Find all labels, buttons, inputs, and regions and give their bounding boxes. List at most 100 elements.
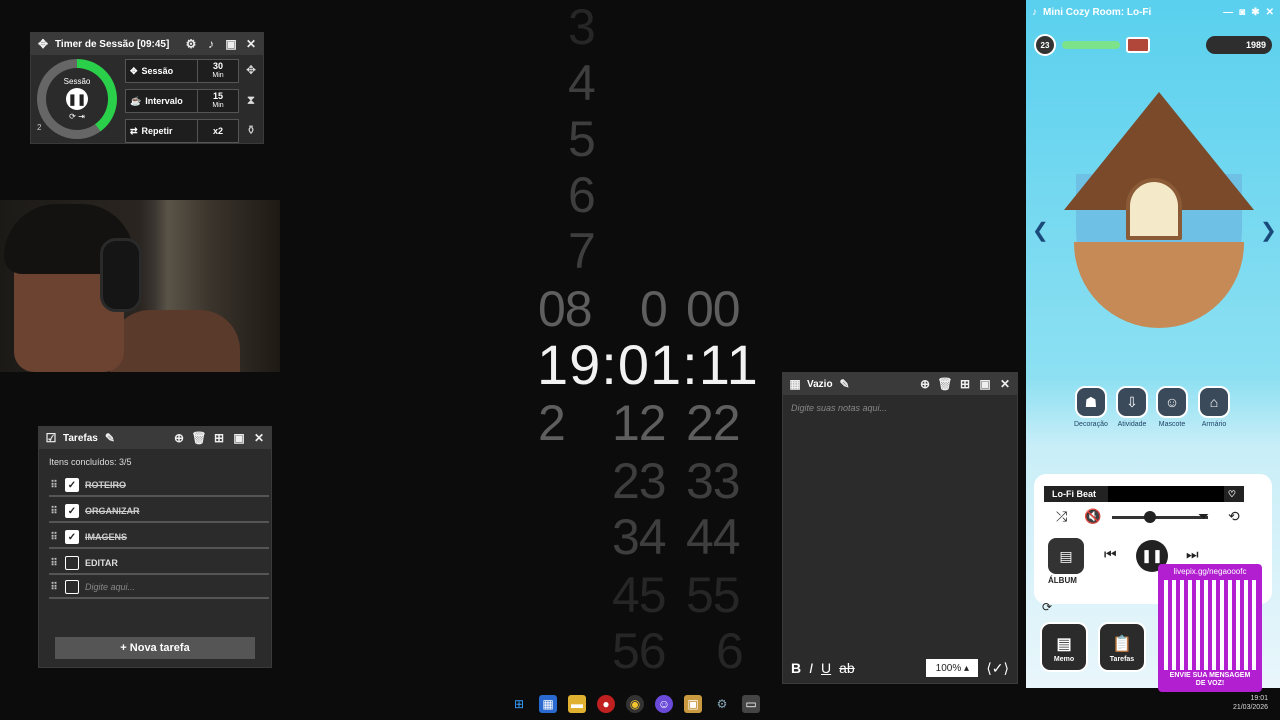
menu-wardrobe[interactable]: ⌂ Armário xyxy=(1198,386,1230,428)
repeat-icon[interactable]: ⟲ xyxy=(1228,508,1240,525)
menu-decoration[interactable]: ☗ Decoração xyxy=(1074,386,1108,428)
restart-skip-icons[interactable]: ⟳ ⇥ xyxy=(69,112,85,121)
settings-icon[interactable]: ⚙ xyxy=(183,36,199,52)
clock-digit: 0 xyxy=(640,281,668,337)
grid-icon[interactable]: ⊞ xyxy=(957,376,973,392)
repeat-row[interactable]: ⇄ Repetir x2 xyxy=(125,119,239,143)
drag-handle-icon[interactable]: ⠿ xyxy=(49,582,59,593)
shuffle-icon[interactable]: ⤮ xyxy=(1056,508,1067,525)
dropdown-icon[interactable]: ⏷ xyxy=(1198,508,1209,525)
app-window-icon[interactable]: ▭ xyxy=(742,695,760,713)
clock-digit: 45 xyxy=(612,567,667,623)
notes-titlebar[interactable]: ▦ Vazio ✎ ⊕ 🗑 ⊞ ▣ ✕ xyxy=(783,373,1017,395)
add-icon[interactable]: ⊕ xyxy=(917,376,933,392)
close-icon[interactable]: ✕ xyxy=(251,430,267,446)
trash-icon[interactable]: 🗑 xyxy=(937,376,953,392)
interval-length-row[interactable]: ☕ Intervalo 15 Min xyxy=(125,89,239,113)
previous-track-icon[interactable]: ⏮ xyxy=(1104,546,1117,563)
underline-icon[interactable]: U xyxy=(821,660,831,676)
edit-icon[interactable]: ✎ xyxy=(102,430,118,446)
level-badge: 23 xyxy=(1034,34,1056,56)
tasks-widget: ☑ Tarefas ✎ ⊕ 🗑 ⊞ ▣ ✕ Itens concluídos: … xyxy=(38,426,272,668)
maximize-icon[interactable]: ▣ xyxy=(977,376,993,392)
task-checkbox[interactable]: ✓ xyxy=(65,504,79,518)
clipboard-icon: 📋 xyxy=(1112,635,1132,653)
bold-icon[interactable]: B xyxy=(791,660,801,676)
system-clock[interactable]: 19:01 21/03/2026 xyxy=(1212,694,1268,712)
italic-icon[interactable]: I xyxy=(809,660,813,676)
drag-handle-icon[interactable]: ⠿ xyxy=(49,532,59,543)
discord-icon[interactable]: ☺ xyxy=(655,695,673,713)
tasks-button[interactable]: 📋 Tarefas xyxy=(1098,622,1146,672)
close-icon[interactable]: ✕ xyxy=(1266,7,1274,18)
strikethrough-icon[interactable]: ab xyxy=(839,660,855,676)
zoom-select[interactable]: 100% ▴ xyxy=(926,659,979,677)
menu-activity[interactable]: ⇩ Atividade xyxy=(1116,386,1148,428)
task-checkbox[interactable]: ✓ xyxy=(65,530,79,544)
session-length-row[interactable]: ✥ Sessão 30 Min xyxy=(125,59,239,83)
album-button[interactable]: ▤ xyxy=(1048,538,1084,574)
edit-icon[interactable]: ✎ xyxy=(837,376,853,392)
new-task-button[interactable]: + Nova tarefa xyxy=(55,637,255,659)
maximize-icon[interactable]: ▣ xyxy=(223,36,239,52)
hourglass-icon[interactable]: ⧗ xyxy=(243,93,259,109)
trash-icon[interactable]: 🗑 xyxy=(191,430,207,446)
menu-pet[interactable]: ☺ Mascote xyxy=(1156,386,1188,428)
task-item[interactable]: ⠿ EDITAR xyxy=(49,553,269,575)
app-bag-icon[interactable]: ▣ xyxy=(684,695,702,713)
add-icon[interactable]: ⊕ xyxy=(171,430,187,446)
notes-textarea[interactable]: Digite suas notas aqui... xyxy=(783,395,1017,421)
calendar-icon: ▦ xyxy=(789,377,801,391)
chrome-icon[interactable]: ◉ xyxy=(626,695,644,713)
drag-handle-icon[interactable]: ⠿ xyxy=(49,480,59,491)
task-item[interactable]: ⠿ ✓ ROTEIRO xyxy=(49,475,269,497)
memo-button[interactable]: ▤ Memo xyxy=(1040,622,1088,672)
timer-bag-icon[interactable]: ⚱ xyxy=(243,123,259,139)
drag-handle-icon[interactable]: ⠿ xyxy=(49,506,59,517)
task-item[interactable]: ⠿ ✓ IMAGENS xyxy=(49,527,269,549)
store-icon[interactable]: ▦ xyxy=(539,695,557,713)
maximize-icon[interactable]: ▣ xyxy=(231,430,247,446)
task-checkbox[interactable] xyxy=(65,556,79,570)
donation-qr-card: livepix.gg/negaooofc ENVIE SUA MENSAGEM D… xyxy=(1158,564,1262,692)
next-room-arrow[interactable]: ❯ xyxy=(1260,218,1277,243)
refresh-icon[interactable]: ⟳ xyxy=(1042,600,1052,614)
task-checkbox[interactable]: ✓ xyxy=(65,478,79,492)
room-scene[interactable] xyxy=(1064,92,1254,332)
grid-icon[interactable]: ⊞ xyxy=(211,430,227,446)
drag-handle-icon[interactable]: ⠿ xyxy=(49,558,59,569)
tasks-titlebar[interactable]: ☑ Tarefas ✎ ⊕ 🗑 ⊞ ▣ ✕ xyxy=(39,427,271,449)
task-item[interactable]: ⠿ ✓ ORGANIZAR xyxy=(49,501,269,523)
heart-icon[interactable]: ♡ xyxy=(1228,489,1236,500)
camera-icon[interactable]: ◙ xyxy=(1239,7,1245,18)
cozy-titlebar[interactable]: ♪ Mini Cozy Room: Lo-Fi — ◙ ✱ ✕ xyxy=(1026,0,1280,24)
headset-icon xyxy=(100,238,142,312)
clock-digit: 6 xyxy=(568,167,596,223)
mute-icon[interactable]: 🔇 xyxy=(1084,508,1101,525)
settings-icon[interactable]: ⚙ xyxy=(713,695,731,713)
check-format-icon[interactable]: ⟨✓⟩ xyxy=(986,660,1009,677)
close-icon[interactable]: ✕ xyxy=(243,36,259,52)
next-track-icon[interactable]: ⏭ xyxy=(1186,546,1199,563)
folder-icon[interactable]: ▬ xyxy=(568,695,586,713)
task-checkbox[interactable] xyxy=(65,580,79,594)
minimize-icon[interactable]: — xyxy=(1223,7,1233,18)
menu-label: Armário xyxy=(1201,421,1227,428)
volume-knob[interactable] xyxy=(1144,511,1156,523)
close-icon[interactable]: ✕ xyxy=(997,376,1013,392)
task-input-row[interactable]: ⠿ Digite aqui... xyxy=(49,577,269,599)
pause-button[interactable]: ❚❚ xyxy=(66,88,88,110)
volume-slider[interactable] xyxy=(1112,511,1208,523)
move-side-icon[interactable]: ✥ xyxy=(243,63,259,79)
move-icon[interactable]: ✥ xyxy=(35,36,51,52)
memo-icon: ▤ xyxy=(1056,635,1072,653)
pet-icon: ☺ xyxy=(1156,386,1188,418)
timer-titlebar[interactable]: ✥ Timer de Sessão [09:45] ⚙ ♪ ▣ ✕ xyxy=(31,33,263,55)
bug-icon[interactable]: ✱ xyxy=(1251,7,1259,18)
app-red-icon[interactable]: ● xyxy=(597,695,615,713)
windows-start-icon[interactable]: ⊞ xyxy=(510,695,528,713)
music-note-icon[interactable]: ♪ xyxy=(203,36,219,52)
new-task-input[interactable]: Digite aqui... xyxy=(85,582,135,592)
prev-room-arrow[interactable]: ❮ xyxy=(1032,218,1049,243)
gift-icon[interactable] xyxy=(1126,37,1150,53)
